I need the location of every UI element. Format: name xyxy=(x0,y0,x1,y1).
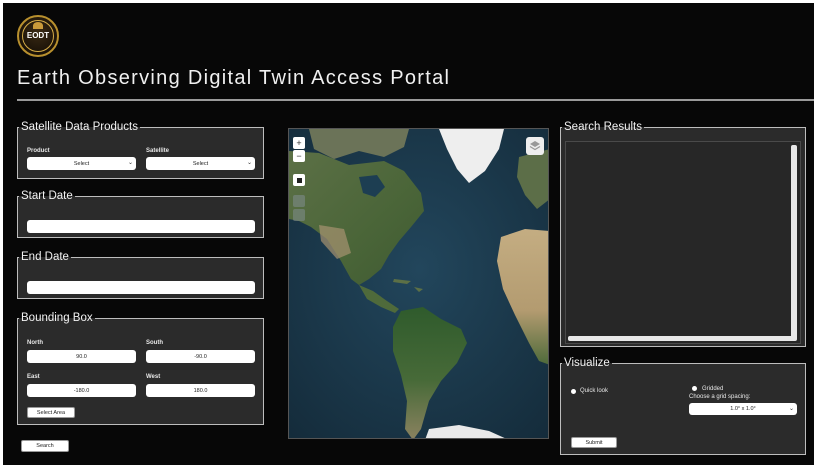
visualize-legend: Visualize xyxy=(564,357,610,369)
world-map[interactable]: + − xyxy=(288,128,549,439)
satellite-data-products-panel: Satellite Data Products Product Select ⌄… xyxy=(17,121,264,179)
east-label: East xyxy=(27,374,40,380)
map-imagery xyxy=(289,129,548,438)
delete-layers-button[interactable] xyxy=(293,209,305,221)
search-results-panel: Search Results xyxy=(560,121,806,347)
submit-button[interactable]: Submit xyxy=(571,437,617,448)
south-label: South xyxy=(146,340,163,346)
visualize-panel: Visualize Quick look Gridded Choose a gr… xyxy=(560,357,806,455)
eodt-logo: EODT xyxy=(17,15,59,57)
satellite-select[interactable]: Select ⌄ xyxy=(146,157,255,170)
quick-look-label: Quick look xyxy=(580,388,609,394)
end-date-panel: End Date xyxy=(17,251,264,299)
product-select[interactable]: Select ⌄ xyxy=(27,157,136,170)
layers-icon xyxy=(529,141,541,151)
west-label: West xyxy=(146,374,161,380)
start-date-panel: Start Date xyxy=(17,190,264,238)
app-window: EODT Earth Observing Digital Twin Access… xyxy=(3,3,814,465)
draw-rectangle-button[interactable] xyxy=(293,174,305,186)
page-title: Earth Observing Digital Twin Access Port… xyxy=(17,67,451,89)
chevron-down-icon: ⌄ xyxy=(127,160,133,166)
end-date-input[interactable] xyxy=(27,281,255,294)
zoom-in-button[interactable]: + xyxy=(293,137,305,149)
north-input[interactable]: 90.0 xyxy=(27,350,136,363)
satellite-select-value: Select xyxy=(192,160,209,167)
grid-spacing-select[interactable]: 1.0° x 1.0° ⌄ xyxy=(689,403,797,415)
bounding-box-legend: Bounding Box xyxy=(21,312,93,324)
chevron-down-icon: ⌄ xyxy=(246,160,252,166)
product-label: Product xyxy=(27,148,50,154)
search-results-legend: Search Results xyxy=(564,121,642,133)
layers-button[interactable] xyxy=(526,137,544,155)
south-input[interactable]: -90.0 xyxy=(146,350,255,363)
start-date-input[interactable] xyxy=(27,220,255,233)
start-date-legend: Start Date xyxy=(21,190,73,202)
satellite-data-products-legend: Satellite Data Products xyxy=(21,121,138,133)
gridded-label: Gridded xyxy=(702,386,724,392)
north-label: North xyxy=(27,340,43,346)
horizontal-scrollbar[interactable] xyxy=(568,336,794,341)
chevron-down-icon: ⌄ xyxy=(788,406,794,412)
search-button[interactable]: Search xyxy=(21,440,69,452)
logo-emblem-icon xyxy=(33,22,43,29)
grid-spacing-prompt: Choose a grid spacing: xyxy=(689,394,751,400)
west-input[interactable]: 180.0 xyxy=(146,384,255,397)
bounding-box-panel: Bounding Box North 90.0 South -90.0 East… xyxy=(17,312,264,425)
zoom-out-button[interactable]: − xyxy=(293,150,305,162)
select-area-button[interactable]: Select Area xyxy=(27,407,75,418)
satellite-label: Satellite xyxy=(146,148,170,154)
quick-look-radio[interactable] xyxy=(571,389,576,394)
vertical-scrollbar[interactable] xyxy=(791,145,797,341)
end-date-legend: End Date xyxy=(21,251,69,263)
logo-text: EODT xyxy=(26,31,50,40)
search-results-list[interactable] xyxy=(565,141,801,344)
gridded-radio[interactable] xyxy=(692,386,697,391)
square-icon xyxy=(296,178,302,183)
edit-layers-button[interactable] xyxy=(293,195,305,207)
title-divider xyxy=(17,99,814,101)
east-input[interactable]: -180.0 xyxy=(27,384,136,397)
product-select-value: Select xyxy=(73,160,90,167)
grid-spacing-value: 1.0° x 1.0° xyxy=(730,406,756,412)
